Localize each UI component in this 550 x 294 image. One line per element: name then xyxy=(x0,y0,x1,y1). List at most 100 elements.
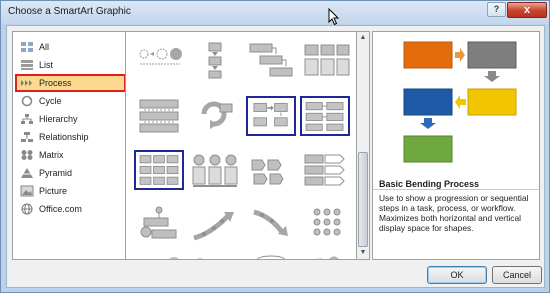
layout-thumbnail-selected[interactable] xyxy=(134,150,184,190)
category-label: Relationship xyxy=(39,132,89,142)
cycle-icon xyxy=(21,95,33,107)
bending-process-icon xyxy=(253,102,288,127)
category-list-item[interactable]: List xyxy=(15,56,126,74)
category-picture[interactable]: Picture xyxy=(15,182,126,200)
hexagon-process-icon xyxy=(251,159,284,185)
category-label: List xyxy=(39,60,54,70)
layout-thumbnail[interactable] xyxy=(246,40,296,80)
layout-thumbnail[interactable] xyxy=(134,96,184,136)
category-pyramid[interactable]: Pyramid xyxy=(15,164,126,182)
scrollbar-thumb[interactable] xyxy=(358,152,368,247)
layout-thumbnail[interactable] xyxy=(190,150,240,190)
preview-step-4 xyxy=(467,88,517,116)
layout-thumbnail[interactable] xyxy=(190,40,240,80)
cancel-button[interactable]: Cancel xyxy=(492,266,542,284)
accent-process-icon xyxy=(139,99,179,133)
category-relationship[interactable]: Relationship xyxy=(15,128,126,146)
layout-thumbnail[interactable] xyxy=(302,254,352,259)
gear-cluster-icon xyxy=(317,256,339,259)
upward-arrow-icon xyxy=(193,212,234,241)
gear-process-icon xyxy=(313,208,341,236)
layout-thumbnail[interactable] xyxy=(134,254,184,259)
help-button[interactable]: ? xyxy=(487,2,506,17)
preview-title: Basic Bending Process xyxy=(379,179,480,189)
hierarchy-icon xyxy=(21,114,33,124)
preview-diagram xyxy=(403,41,517,163)
office-com-icon xyxy=(21,203,33,215)
resize-grip-icon[interactable]: ⋰ xyxy=(541,287,548,294)
continuous-cycle-process-icon xyxy=(201,101,233,129)
smartart-dialog: Choose a SmartArt Graphic ? x All List P… xyxy=(0,0,550,294)
category-list: All List Process Cycle Hierarchy Relatio… xyxy=(12,31,129,260)
category-label: Matrix xyxy=(39,150,64,160)
layout-gallery xyxy=(125,31,357,260)
category-label: All xyxy=(39,42,50,52)
descending-arrow-icon xyxy=(253,209,288,236)
dialog-title: Choose a SmartArt Graphic xyxy=(8,6,131,17)
title-bar[interactable]: Choose a SmartArt Graphic ? x xyxy=(1,1,549,26)
mouse-cursor-icon xyxy=(328,8,340,26)
all-icon xyxy=(21,42,33,52)
category-label: Picture xyxy=(39,186,68,196)
preview-arrow-3 xyxy=(455,95,466,109)
category-process[interactable]: Process xyxy=(15,74,126,92)
preview-divider xyxy=(373,189,539,190)
layout-thumbnail[interactable] xyxy=(246,254,296,259)
circle-accent-timeline-icon xyxy=(139,48,182,65)
repeating-bending-process-icon xyxy=(305,102,344,131)
picture-icon xyxy=(20,185,34,197)
basic-bending-process-icon xyxy=(139,155,179,185)
category-all[interactable]: All xyxy=(15,38,126,56)
process-arrows-icon xyxy=(304,44,350,76)
layout-thumbnail[interactable] xyxy=(190,96,240,136)
chevron-list-icon xyxy=(304,154,345,186)
layout-thumbnail[interactable] xyxy=(246,204,296,244)
category-label: Process xyxy=(39,78,72,88)
preview-pane: Basic Bending Process Use to show a prog… xyxy=(372,31,540,260)
preview-arrow-4 xyxy=(420,118,436,129)
funnel-icon xyxy=(256,255,286,259)
dialog-body: All List Process Cycle Hierarchy Relatio… xyxy=(6,25,545,288)
vertical-equation-icon xyxy=(197,258,203,259)
step-up-process-icon xyxy=(140,206,177,239)
layout-thumbnail[interactable] xyxy=(190,254,240,259)
category-label: Office.com xyxy=(39,204,82,214)
layout-thumbnail-selected[interactable] xyxy=(246,96,296,136)
vertical-process-icon xyxy=(208,42,222,79)
preview-step-1 xyxy=(403,41,453,69)
pyramid-icon xyxy=(21,168,33,178)
scroll-down-icon[interactable]: ▼ xyxy=(357,247,369,259)
layout-thumbnail[interactable] xyxy=(134,204,184,244)
staggered-process-icon xyxy=(249,43,293,77)
layout-thumbnail[interactable] xyxy=(134,40,184,80)
matrix-icon xyxy=(21,150,33,160)
preview-arrow-2 xyxy=(484,71,500,82)
ok-button[interactable]: OK xyxy=(427,266,487,284)
layout-thumbnail-selected[interactable] xyxy=(300,96,350,136)
category-label: Cycle xyxy=(39,96,62,106)
layout-thumbnail[interactable] xyxy=(302,40,352,80)
preview-step-5 xyxy=(403,135,453,163)
process-list-icon xyxy=(192,154,238,187)
layout-thumbnail[interactable] xyxy=(246,150,296,190)
preview-arrow-1 xyxy=(455,48,465,62)
category-matrix[interactable]: Matrix xyxy=(15,146,126,164)
preview-step-2 xyxy=(467,41,517,69)
layout-thumbnail[interactable] xyxy=(302,150,352,190)
layout-thumbnail[interactable] xyxy=(302,204,352,244)
layout-thumbnail[interactable] xyxy=(190,204,240,244)
preview-step-3 xyxy=(403,88,453,116)
gallery-scrollbar[interactable]: ▲ ▼ xyxy=(357,31,370,260)
preview-description: Use to show a progression or sequential … xyxy=(379,193,529,233)
close-button[interactable]: x xyxy=(507,2,547,18)
category-label: Pyramid xyxy=(39,168,73,178)
category-label: Hierarchy xyxy=(39,114,78,124)
process-icon xyxy=(21,80,32,86)
list-icon xyxy=(21,60,33,70)
category-cycle[interactable]: Cycle xyxy=(15,92,126,110)
scroll-up-icon[interactable]: ▲ xyxy=(357,32,369,44)
equation-icon xyxy=(169,257,179,259)
relationship-icon xyxy=(21,132,33,142)
category-office-com[interactable]: Office.com xyxy=(15,200,126,218)
category-hierarchy[interactable]: Hierarchy xyxy=(15,110,126,128)
